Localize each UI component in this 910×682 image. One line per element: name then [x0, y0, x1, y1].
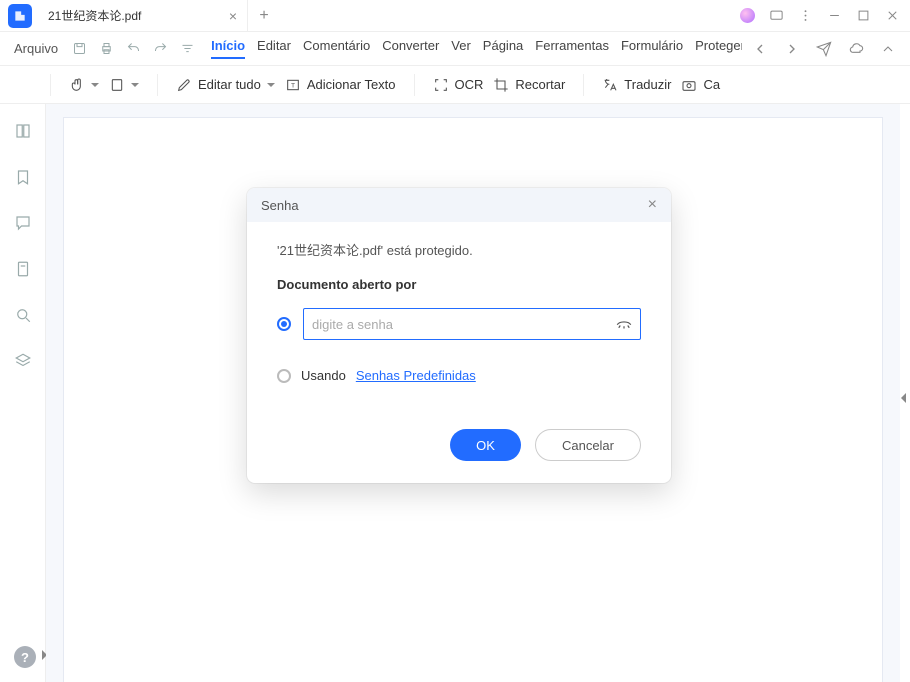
caret-down-icon [267, 83, 275, 87]
ocr-button[interactable]: OCR [433, 77, 484, 93]
more-icon[interactable] [798, 8, 813, 23]
user-avatar[interactable] [740, 8, 755, 23]
crop-button[interactable]: Recortar [493, 77, 565, 93]
help-symbol: ? [21, 650, 29, 665]
collapse-ribbon-icon[interactable] [880, 41, 896, 57]
cancel-button[interactable]: Cancelar [535, 429, 641, 461]
menu-page[interactable]: Página [483, 38, 523, 59]
caret-down-icon [91, 83, 99, 87]
menu-protect[interactable]: Proteger [695, 38, 742, 59]
dialog-close-icon[interactable]: × [648, 196, 657, 214]
camera-label: Ca [703, 77, 720, 92]
tab-title: 21世纪资本论.pdf [48, 7, 141, 24]
menubar: Arquivo Início Editar Comentário Convert… [0, 32, 910, 66]
caret-down-icon [131, 83, 139, 87]
menu-tabs: Início Editar Comentário Converter Ver P… [211, 38, 742, 59]
using-label: Usando [301, 368, 346, 383]
dialog-subtitle: Documento aberto por [277, 277, 641, 292]
cloud-icon[interactable] [848, 41, 864, 57]
search-icon[interactable] [14, 306, 32, 324]
file-menu[interactable]: Arquivo [14, 41, 58, 56]
fit-page-button[interactable] [109, 77, 139, 93]
layers-icon[interactable] [14, 352, 32, 370]
add-text-label: Adicionar Texto [307, 77, 396, 92]
svg-text:T: T [291, 82, 295, 89]
left-sidebar [0, 104, 46, 682]
radio-enter-password[interactable] [277, 317, 291, 331]
window-close-icon[interactable] [885, 8, 900, 23]
add-text-button[interactable]: T Adicionar Texto [285, 77, 396, 93]
translate-label: Traduzir [624, 77, 671, 92]
preset-passwords-link[interactable]: Senhas Predefinidas [356, 368, 476, 383]
radio-use-preset[interactable] [277, 369, 291, 383]
password-dialog: Senha × '21世纪资本论.pdf' está protegido. Do… [247, 188, 671, 483]
document-tab[interactable]: 21世纪资本论.pdf × [38, 0, 248, 31]
app-logo[interactable] [8, 4, 32, 28]
menu-form[interactable]: Formulário [621, 38, 683, 59]
menu-comment[interactable]: Comentário [303, 38, 370, 59]
toolbar: Editar tudo T Adicionar Texto OCR Recort… [0, 66, 910, 104]
hand-tool-button[interactable] [69, 77, 99, 93]
hide-password-icon[interactable] [615, 315, 633, 333]
new-tab-button[interactable]: + [248, 7, 280, 25]
message-icon[interactable] [769, 8, 784, 23]
crop-label: Recortar [515, 77, 565, 92]
chevron-right-icon[interactable] [784, 41, 800, 57]
undo-icon[interactable] [126, 41, 141, 56]
filter-icon[interactable] [180, 41, 195, 56]
menu-view[interactable]: Ver [451, 38, 471, 59]
help-button[interactable]: ? [14, 646, 36, 668]
camera-button[interactable]: Ca [681, 77, 720, 93]
dialog-message: '21世纪资本论.pdf' está protegido. [277, 240, 641, 259]
save-icon[interactable] [72, 41, 87, 56]
edit-all-button[interactable]: Editar tudo [176, 77, 275, 93]
print-icon[interactable] [99, 41, 114, 56]
translate-button[interactable]: Traduzir [602, 77, 671, 93]
window-maximize-icon[interactable] [856, 8, 871, 23]
send-icon[interactable] [816, 41, 832, 57]
attachment-icon[interactable] [14, 260, 32, 278]
ocr-label: OCR [455, 77, 484, 92]
menu-tools[interactable]: Ferramentas [535, 38, 609, 59]
chevron-left-icon[interactable] [752, 41, 768, 57]
window-minimize-icon[interactable] [827, 8, 842, 23]
dialog-header: Senha × [247, 188, 671, 222]
thumbnails-icon[interactable] [14, 122, 32, 140]
menu-edit[interactable]: Editar [257, 38, 291, 59]
titlebar: 21世纪资本论.pdf × + [0, 0, 910, 32]
bookmark-icon[interactable] [14, 168, 32, 186]
dialog-title: Senha [261, 198, 299, 213]
menu-home[interactable]: Início [211, 38, 245, 59]
comments-icon[interactable] [14, 214, 32, 232]
edit-all-label: Editar tudo [198, 77, 261, 92]
ok-button[interactable]: OK [450, 429, 521, 461]
redo-icon[interactable] [153, 41, 168, 56]
menu-convert[interactable]: Converter [382, 38, 439, 59]
expand-right-panel-icon[interactable] [901, 393, 906, 403]
tab-close-icon[interactable]: × [229, 8, 237, 24]
password-input[interactable] [303, 308, 641, 340]
